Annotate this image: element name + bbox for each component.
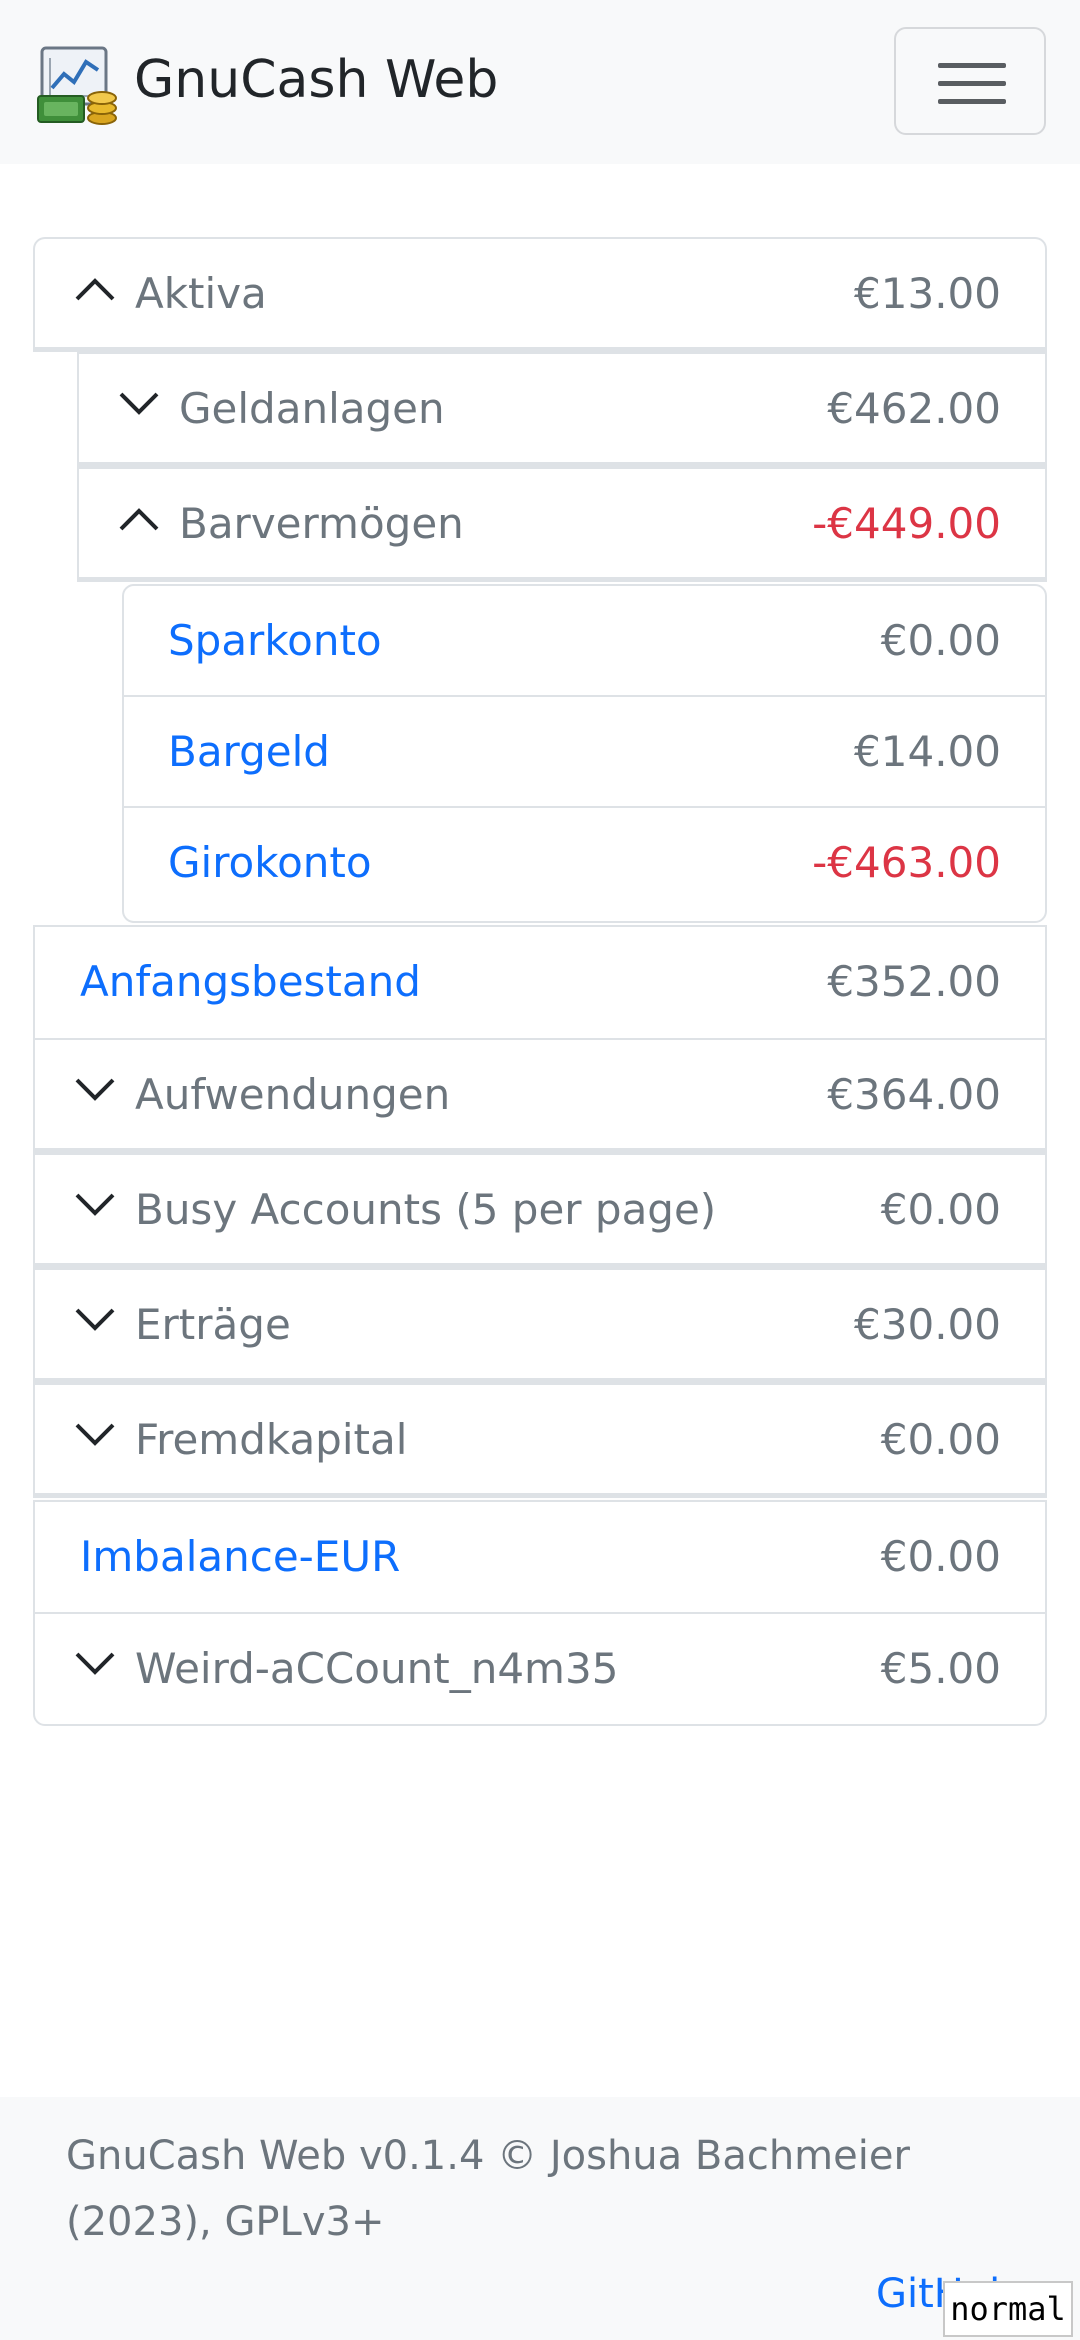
brand-title[interactable]: GnuCash Web [134, 44, 498, 116]
account-balance: €30.00 [854, 1300, 1001, 1349]
account-link-bargeld[interactable]: Bargeld [168, 697, 330, 807]
account-balance: €13.00 [854, 269, 1001, 318]
account-row-fremdkapital[interactable]: Fremdkapital €0.00 [33, 1383, 1047, 1498]
account-balance: €0.00 [880, 1532, 1001, 1581]
gnucash-logo-icon[interactable] [36, 44, 120, 128]
footer: GnuCash Web v0.1.4 © Joshua Bachmeier (2… [0, 2097, 1080, 2340]
account-balance: -€449.00 [812, 499, 1001, 548]
account-balance: €5.00 [880, 1644, 1001, 1693]
account-balance: -€463.00 [812, 838, 1001, 887]
account-link-girokonto[interactable]: Girokonto [168, 808, 372, 918]
navbar: GnuCash Web [0, 0, 1080, 164]
mode-badge: normal [943, 2281, 1073, 2337]
account-row-geldanlagen[interactable]: Geldanlagen €462.00 [77, 352, 1047, 467]
account-row-sparkonto: Sparkonto €0.00 [122, 584, 1047, 697]
account-row-bargeld: Bargeld €14.00 [122, 695, 1047, 808]
account-balance: €352.00 [827, 957, 1001, 1006]
menu-toggle-button[interactable] [894, 27, 1046, 135]
chevron-down-icon[interactable] [73, 1413, 117, 1457]
chevron-up-icon[interactable] [117, 497, 161, 541]
account-row-ertraege[interactable]: Erträge €30.00 [33, 1268, 1047, 1383]
account-row-barvermoegen[interactable]: Barvermögen -€449.00 [77, 467, 1047, 582]
account-balance: €364.00 [827, 1070, 1001, 1119]
account-row-aktiva[interactable]: Aktiva €13.00 [33, 237, 1047, 352]
account-name: Weird-aCCount_n4m35 [135, 1644, 619, 1693]
account-balance: €0.00 [880, 1185, 1001, 1234]
chevron-down-icon[interactable] [73, 1068, 117, 1112]
chevron-down-icon[interactable] [73, 1183, 117, 1227]
footer-copyright: GnuCash Web v0.1.4 © Joshua Bachmeier (2… [66, 2133, 910, 2245]
account-row-weird-account[interactable]: Weird-aCCount_n4m35 €5.00 [33, 1612, 1047, 1726]
account-name: Fremdkapital [135, 1415, 408, 1464]
account-name: Barvermögen [179, 499, 464, 548]
account-name: Busy Accounts (5 per page) [135, 1185, 717, 1234]
account-name: Erträge [135, 1300, 291, 1349]
account-balance: €14.00 [854, 727, 1001, 776]
account-row-anfangsbestand: Anfangsbestand €352.00 [33, 925, 1047, 1041]
account-row-aufwendungen[interactable]: Aufwendungen €364.00 [33, 1038, 1047, 1153]
account-name: Aufwendungen [135, 1070, 451, 1119]
hamburger-menu-icon [938, 63, 1006, 68]
chevron-down-icon[interactable] [73, 1642, 117, 1686]
chevron-down-icon[interactable] [117, 382, 161, 426]
chevron-down-icon[interactable] [73, 1298, 117, 1342]
chevron-up-icon[interactable] [73, 267, 117, 311]
account-link-sparkonto[interactable]: Sparkonto [168, 586, 382, 696]
account-link-anfangsbestand[interactable]: Anfangsbestand [80, 927, 421, 1037]
account-row-imbalance-eur: Imbalance-EUR €0.00 [33, 1500, 1047, 1614]
account-row-busy-accounts[interactable]: Busy Accounts (5 per page) €0.00 [33, 1153, 1047, 1268]
account-name: Aktiva [135, 269, 267, 318]
account-balance: €0.00 [880, 1415, 1001, 1464]
account-balance: €0.00 [880, 616, 1001, 665]
account-row-girokonto: Girokonto -€463.00 [122, 806, 1047, 923]
account-balance: €462.00 [827, 384, 1001, 433]
account-name: Geldanlagen [179, 384, 445, 433]
account-link-imbalance-eur[interactable]: Imbalance-EUR [80, 1502, 400, 1612]
